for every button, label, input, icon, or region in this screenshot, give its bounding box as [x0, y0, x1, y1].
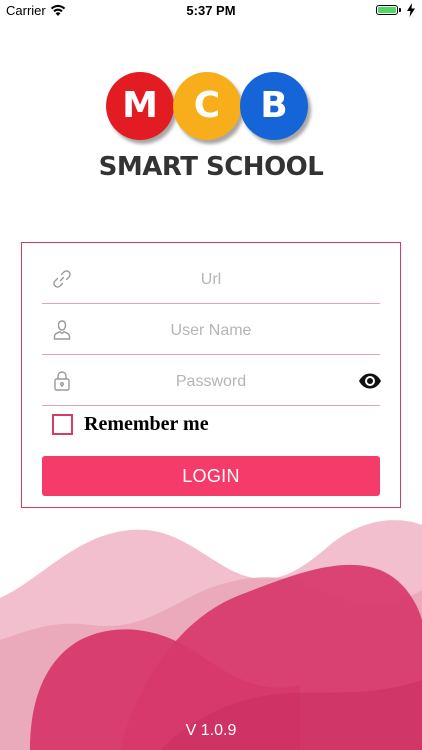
logo-text: SMART SCHOOL	[98, 152, 324, 182]
decorative-waves	[0, 520, 422, 750]
battery-icon	[376, 5, 398, 15]
url-input[interactable]	[82, 265, 340, 295]
username-field	[42, 304, 380, 355]
remember-me-row[interactable]: Remember me	[52, 411, 209, 437]
logo-letter-m: M	[106, 72, 174, 140]
logo-circles: M C B	[106, 72, 308, 142]
password-field	[42, 355, 382, 406]
user-icon	[53, 320, 71, 340]
url-field	[42, 253, 380, 304]
remember-me-label[interactable]: Remember me	[84, 413, 209, 436]
logo-letter-b: B	[240, 72, 308, 140]
charging-bolt-icon	[407, 3, 415, 17]
app-version: V 1.0.9	[185, 722, 237, 739]
status-bar: Carrier 5:37 PM	[0, 0, 422, 22]
lock-icon	[54, 371, 70, 391]
username-input[interactable]	[82, 316, 340, 346]
battery-cap	[399, 8, 401, 12]
app-logo: M C B SMART SCHOOL	[0, 72, 422, 192]
remember-me-checkbox[interactable]	[52, 413, 73, 435]
logo-letter-c: C	[173, 72, 241, 140]
login-button[interactable]: LOGIN	[42, 456, 380, 496]
login-card: Remember me LOGIN	[21, 242, 401, 508]
battery-fill	[378, 7, 396, 13]
password-input[interactable]	[82, 367, 340, 397]
link-icon	[53, 270, 71, 288]
clock: 5:37 PM	[186, 3, 236, 18]
login-screen: Carrier 5:37 PM M C B SMART SCHOOL Url U…	[0, 0, 422, 750]
eye-icon[interactable]	[358, 370, 382, 392]
